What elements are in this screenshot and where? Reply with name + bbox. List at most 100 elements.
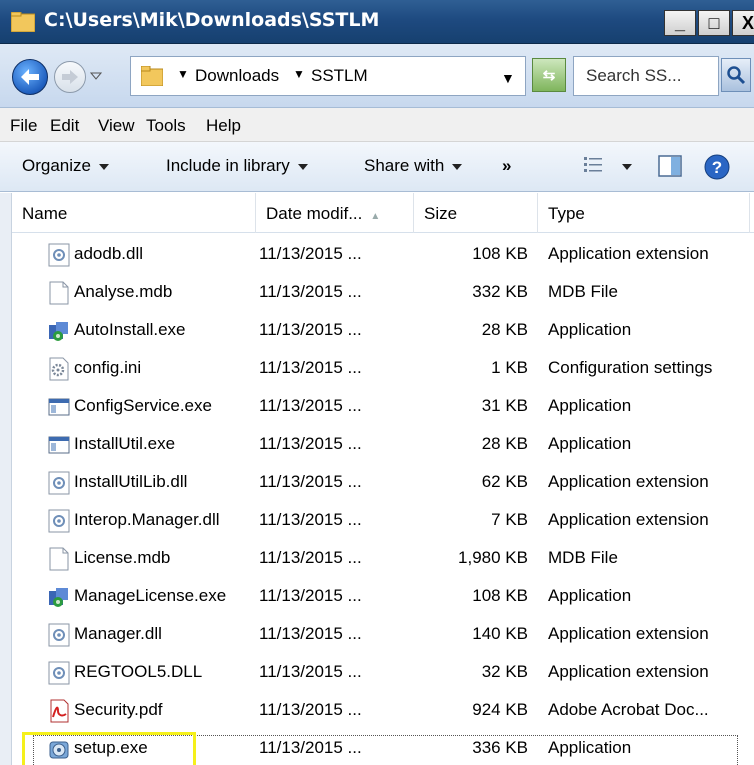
settings-file-icon <box>48 357 70 381</box>
file-row[interactable]: ManageLicense.exe 11/13/2015 ... 108 KB App… <box>12 578 754 616</box>
file-row[interactable]: Interop.Manager.dll 11/13/2015 ... 7 KB App… <box>12 502 754 540</box>
file-row[interactable]: adodb.dll 11/13/2015 ... 108 KB Application… <box>12 236 754 274</box>
folder-icon <box>11 12 35 32</box>
file-size: 28 KB <box>481 320 528 339</box>
file-date: 11/13/2015 ... <box>259 358 362 377</box>
column-date-label: Date modif... <box>266 204 363 223</box>
file-row[interactable]: Manager.dll 11/13/2015 ... 140 KB Applicati… <box>12 616 754 654</box>
file-name: Security.pdf <box>74 700 163 719</box>
pdf-icon <box>48 699 70 723</box>
file-row[interactable]: config.ini 11/13/2015 ... 1 KB Configuratio… <box>12 350 754 388</box>
change-view-button[interactable] <box>582 154 604 181</box>
column-name[interactable]: Name <box>12 193 256 233</box>
file-row[interactable]: License.mdb 11/13/2015 ... 1,980 KB MDB Fil… <box>12 540 754 578</box>
back-button[interactable] <box>12 59 48 95</box>
address-field[interactable]: ▼ Downloads ▼ SSTLM ▼ <box>130 56 526 96</box>
menu-file[interactable]: File <box>10 116 37 136</box>
breadcrumb-arrow-icon[interactable]: ▼ <box>177 67 189 81</box>
view-dropdown-button[interactable] <box>614 156 632 176</box>
file-type: Adobe Acrobat Doc... <box>548 700 709 719</box>
file-name: AutoInstall.exe <box>74 320 186 339</box>
file-date: 11/13/2015 ... <box>259 244 362 263</box>
forward-arrow-icon <box>62 70 78 84</box>
minimize-button[interactable]: _ <box>664 10 696 36</box>
file-size: 32 KB <box>481 662 528 681</box>
breadcrumb-sstlm[interactable]: SSTLM <box>311 66 368 86</box>
column-type[interactable]: Type <box>538 193 750 233</box>
folder-icon <box>141 66 163 86</box>
menu-tools[interactable]: Tools <box>146 116 186 136</box>
column-name-label: Name <box>22 204 68 223</box>
column-type-label: Type <box>548 204 585 223</box>
organize-button[interactable]: Organize <box>22 156 109 176</box>
file-row[interactable]: InstallUtilLib.dll 11/13/2015 ... 62 KB App… <box>12 464 754 502</box>
preview-pane-icon <box>658 155 682 177</box>
file-size: 28 KB <box>481 434 528 453</box>
file-name: ConfigService.exe <box>74 396 212 415</box>
more-commands-button[interactable]: » <box>502 156 511 176</box>
file-type: Application extension <box>548 244 709 263</box>
file-row[interactable]: AutoInstall.exe 11/13/2015 ... 28 KB Applic… <box>12 312 754 350</box>
exe-window-icon <box>48 395 70 419</box>
file-name: InstallUtil.exe <box>74 434 176 453</box>
include-in-library-label: Include in library <box>166 156 290 175</box>
file-row[interactable]: ConfigService.exe 11/13/2015 ... 31 KB Appl… <box>12 388 754 426</box>
file-name: config.ini <box>74 358 142 377</box>
share-with-button[interactable]: Share with <box>364 156 463 176</box>
file-row[interactable]: REGTOOL5.DLL 11/13/2015 ... 32 KB Applicati… <box>12 654 754 692</box>
file-size: 924 KB <box>472 700 528 719</box>
file-name: REGTOOL5.DLL <box>74 662 203 681</box>
file-type: Application <box>548 434 632 453</box>
file-row[interactable]: Analyse.mdb 11/13/2015 ... 332 KB MDB File <box>12 274 754 312</box>
file-name: adodb.dll <box>74 244 144 263</box>
file-type: MDB File <box>548 282 618 301</box>
dll-icon <box>48 509 70 533</box>
menu-view[interactable]: View <box>98 116 135 136</box>
menu-help[interactable]: Help <box>206 116 241 136</box>
file-name: InstallUtilLib.dll <box>74 472 188 491</box>
help-button[interactable]: ? <box>704 154 730 185</box>
menu-edit[interactable]: Edit <box>50 116 79 136</box>
file-size: 108 KB <box>472 586 528 605</box>
installer-icon <box>48 319 70 343</box>
file-date: 11/13/2015 ... <box>259 434 362 453</box>
search-input[interactable]: Search SS... <box>573 56 719 96</box>
back-arrow-icon <box>21 69 39 85</box>
search-button[interactable] <box>721 58 751 92</box>
address-toolbar: ▼ Downloads ▼ SSTLM ▼ ⇆ Search SS... <box>0 44 754 108</box>
breadcrumb-arrow-icon[interactable]: ▼ <box>293 67 305 81</box>
chevron-down-icon <box>297 163 308 170</box>
share-with-label: Share with <box>364 156 445 175</box>
highlight-box <box>22 732 196 765</box>
file-type: Application extension <box>548 510 709 529</box>
address-dropdown-icon[interactable]: ▼ <box>501 70 515 86</box>
file-name: License.mdb <box>74 548 171 567</box>
file-size: 108 KB <box>472 244 528 263</box>
preview-pane-button[interactable] <box>658 155 682 182</box>
file-row[interactable]: InstallUtil.exe 11/13/2015 ... 28 KB Applic… <box>12 426 754 464</box>
recent-pages-dropdown-icon[interactable] <box>90 70 102 82</box>
dll-icon <box>48 661 70 685</box>
column-size[interactable]: Size <box>414 193 538 233</box>
refresh-button[interactable]: ⇆ <box>532 58 566 92</box>
column-date-modified[interactable]: Date modif... ▲ <box>256 193 414 233</box>
navigation-pane-edge <box>0 193 12 765</box>
forward-button[interactable] <box>54 61 86 93</box>
file-name: Manager.dll <box>74 624 162 643</box>
file-date: 11/13/2015 ... <box>259 472 362 491</box>
breadcrumb-downloads[interactable]: Downloads <box>195 66 279 86</box>
maximize-button[interactable]: □ <box>698 10 730 36</box>
file-type: Configuration settings <box>548 358 713 377</box>
file-date: 11/13/2015 ... <box>259 624 362 643</box>
include-in-library-button[interactable]: Include in library <box>166 156 308 176</box>
file-row[interactable]: Security.pdf 11/13/2015 ... 924 KB Adobe Ac… <box>12 692 754 730</box>
chevron-down-icon <box>452 163 463 170</box>
file-size: 62 KB <box>481 472 528 491</box>
column-size-label: Size <box>424 204 458 223</box>
refresh-icon: ⇆ <box>542 67 556 84</box>
file-name: Analyse.mdb <box>74 282 173 301</box>
dll-icon <box>48 243 70 267</box>
file-date: 11/13/2015 ... <box>259 700 362 719</box>
file-size: 1,980 KB <box>458 548 528 567</box>
close-button[interactable]: X <box>732 10 754 36</box>
